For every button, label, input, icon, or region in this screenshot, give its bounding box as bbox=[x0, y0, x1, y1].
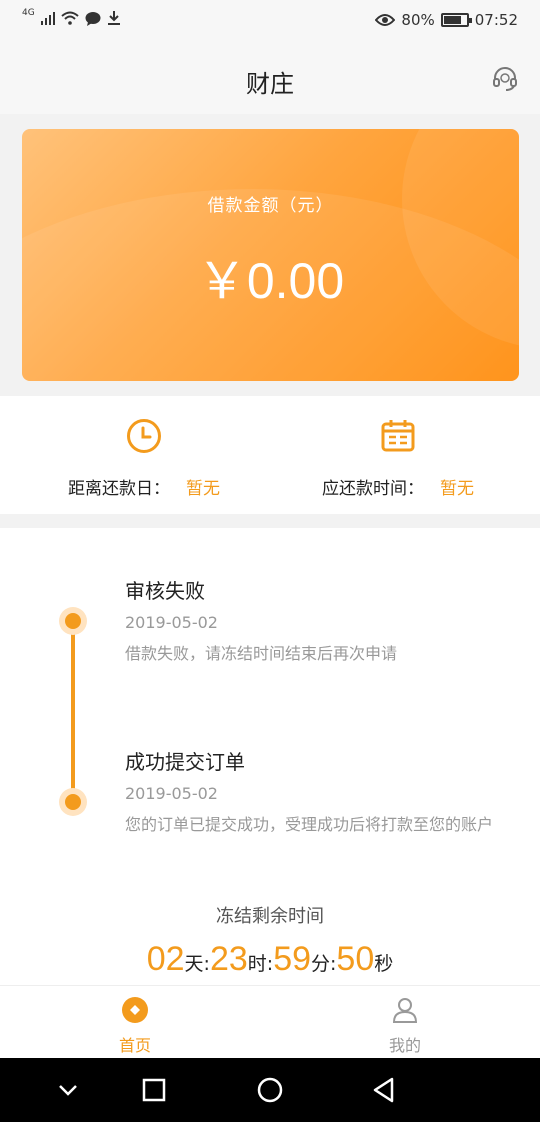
page-title: 财庄 bbox=[246, 70, 294, 98]
countdown-seconds-unit: 秒 bbox=[374, 953, 394, 975]
status-bar: 4G 80% 07:52 bbox=[0, 0, 540, 44]
recents-square-icon[interactable] bbox=[138, 1074, 170, 1106]
signal-icon bbox=[40, 12, 55, 25]
countdown-label: 冻结剩余时间 bbox=[216, 906, 324, 927]
timeline-line bbox=[71, 621, 75, 802]
system-nav-bar bbox=[0, 1058, 540, 1122]
countdown-days-unit: 天: bbox=[184, 953, 210, 975]
repayment-days-value: 暂无 bbox=[186, 479, 220, 499]
person-icon bbox=[392, 998, 418, 1023]
loan-amount-label: 借款金额（元） bbox=[207, 196, 334, 216]
clock-icon bbox=[127, 419, 161, 453]
back-triangle-icon[interactable] bbox=[368, 1074, 400, 1106]
order-timeline: 审核失败 2019-05-02 借款失败，请冻结时间结束后再次申请 成功提交订单… bbox=[0, 528, 540, 985]
timeline-step-date: 2019-05-02 bbox=[125, 613, 218, 632]
headset-icon[interactable] bbox=[492, 66, 518, 92]
countdown-timer: 02天:23时:59分:50秒 bbox=[0, 940, 540, 979]
countdown-days: 02 bbox=[146, 940, 185, 978]
eye-icon bbox=[375, 14, 396, 26]
tab-mine[interactable]: 我的 bbox=[270, 986, 540, 1059]
chevron-down-icon[interactable] bbox=[52, 1074, 84, 1106]
battery-icon bbox=[440, 13, 472, 27]
app-bar: 财庄 bbox=[0, 44, 540, 114]
status-right: 80% 07:52 bbox=[375, 11, 518, 29]
timeline-step-title: 成功提交订单 bbox=[125, 750, 245, 774]
download-icon bbox=[107, 11, 120, 25]
wifi-icon bbox=[61, 11, 79, 25]
repayment-days-text: 距离还款日： 暂无 bbox=[9, 474, 279, 499]
repayment-info: 距离还款日： 暂无 应还款时间： 暂无 bbox=[0, 396, 540, 514]
tab-home-label: 首页 bbox=[118, 1036, 151, 1055]
network-type: 4G bbox=[22, 8, 35, 18]
repayment-time-label: 应还款时间： bbox=[322, 479, 424, 499]
status-left: 4G bbox=[22, 8, 121, 26]
timeline-step-desc: 借款失败，请冻结时间结束后再次申请 bbox=[125, 644, 398, 663]
timeline-dot bbox=[59, 788, 87, 816]
timeline-step-desc: 您的订单已提交成功，受理成功后将打款至您的账户 bbox=[125, 815, 494, 834]
loan-amount-value: ￥0.00 bbox=[196, 253, 345, 309]
clock-time: 07:52 bbox=[474, 11, 518, 29]
countdown-hours-unit: 时: bbox=[247, 953, 274, 975]
battery-fill bbox=[443, 16, 461, 24]
timeline-step-date: 2019-05-02 bbox=[125, 784, 218, 803]
loan-amount-card: 借款金额（元） ￥0.00 bbox=[22, 129, 519, 381]
repayment-time-value: 暂无 bbox=[440, 479, 474, 499]
home-coin-icon bbox=[122, 997, 148, 1023]
countdown-minutes: 59 bbox=[273, 940, 312, 978]
tab-home[interactable]: 首页 bbox=[0, 986, 270, 1059]
bottom-tab-bar: 首页 我的 bbox=[0, 985, 540, 1058]
tab-mine-label: 我的 bbox=[388, 1036, 421, 1055]
repayment-days-label: 距离还款日： bbox=[68, 479, 170, 499]
countdown-hours: 23 bbox=[209, 940, 248, 978]
repayment-time-text: 应还款时间： 暂无 bbox=[263, 474, 533, 499]
repayment-days-block: 距离还款日： 暂无 bbox=[9, 396, 279, 514]
calendar-icon bbox=[381, 420, 415, 452]
message-icon bbox=[85, 11, 101, 26]
battery-percent: 80% bbox=[401, 11, 435, 29]
repayment-time-block: 应还款时间： 暂无 bbox=[263, 396, 533, 514]
home-circle-icon[interactable] bbox=[254, 1074, 286, 1106]
timeline-step-title: 审核失败 bbox=[125, 579, 205, 603]
countdown-minutes-unit: 分: bbox=[311, 953, 337, 975]
timeline-dot bbox=[59, 607, 87, 635]
countdown-seconds: 50 bbox=[336, 940, 375, 978]
